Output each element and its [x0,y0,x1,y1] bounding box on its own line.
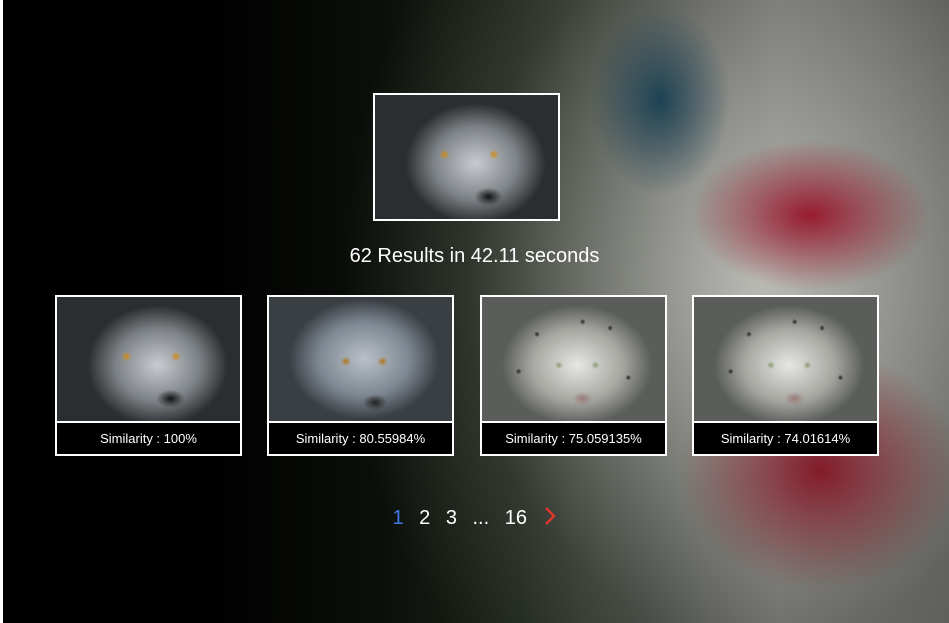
page-link-16[interactable]: 16 [505,507,527,530]
snow-leopard-picture [694,297,877,421]
similarity-label: Similarity : 75.059135% [505,431,642,446]
snow-leopard-picture [482,297,665,421]
result-thumbnail[interactable] [694,297,877,423]
result-card[interactable]: Similarity : 74.01614% [692,295,879,456]
result-thumbnail[interactable] [269,297,452,423]
chevron-right-icon[interactable] [543,504,557,530]
result-card[interactable]: Similarity : 80.55984% [267,295,454,456]
results-summary: 62 Results in 42.11 seconds [349,245,600,267]
result-card[interactable]: Similarity : 75.059135% [480,295,667,456]
similarity-label: Similarity : 74.01614% [720,431,851,446]
page-link-1[interactable]: 1 [392,507,403,530]
query-image [373,93,560,221]
page-link-3[interactable]: 3 [446,507,457,530]
wolf-picture [57,297,240,421]
result-thumbnail[interactable] [482,297,665,423]
similarity-label: Similarity : 100% [100,431,197,446]
result-thumbnail[interactable] [57,297,240,423]
page-link-2[interactable]: 2 [419,507,430,530]
page-ellipsis: ... [472,507,490,529]
result-card[interactable]: Similarity : 100% [55,295,242,456]
query-wolf-picture [375,95,558,219]
pagination: 1 2 3 ... 16 [0,504,949,530]
similarity-label: Similarity : 80.55984% [295,431,426,446]
wolf-picture [269,297,452,421]
